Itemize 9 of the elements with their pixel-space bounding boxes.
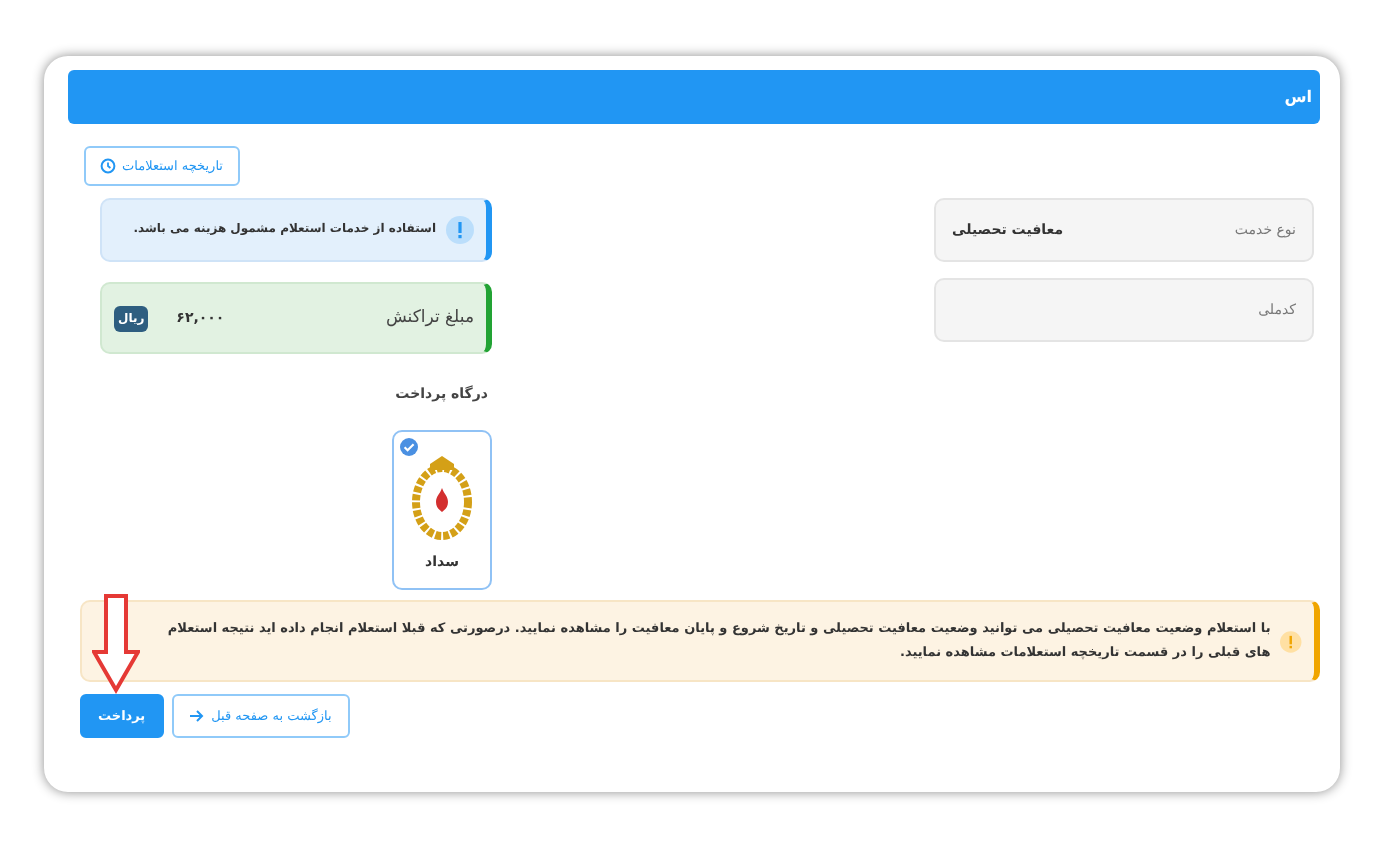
arrow-right-icon [189, 710, 204, 722]
amount-label: مبلغ تراکنش [385, 308, 474, 328]
check-icon [400, 438, 418, 456]
info-icon [446, 216, 474, 244]
emblem-icon [412, 451, 472, 543]
warning-icon [1280, 627, 1302, 655]
history-icon [100, 158, 116, 174]
page-title: اس [1284, 88, 1312, 106]
down-arrow-icon [92, 594, 140, 694]
